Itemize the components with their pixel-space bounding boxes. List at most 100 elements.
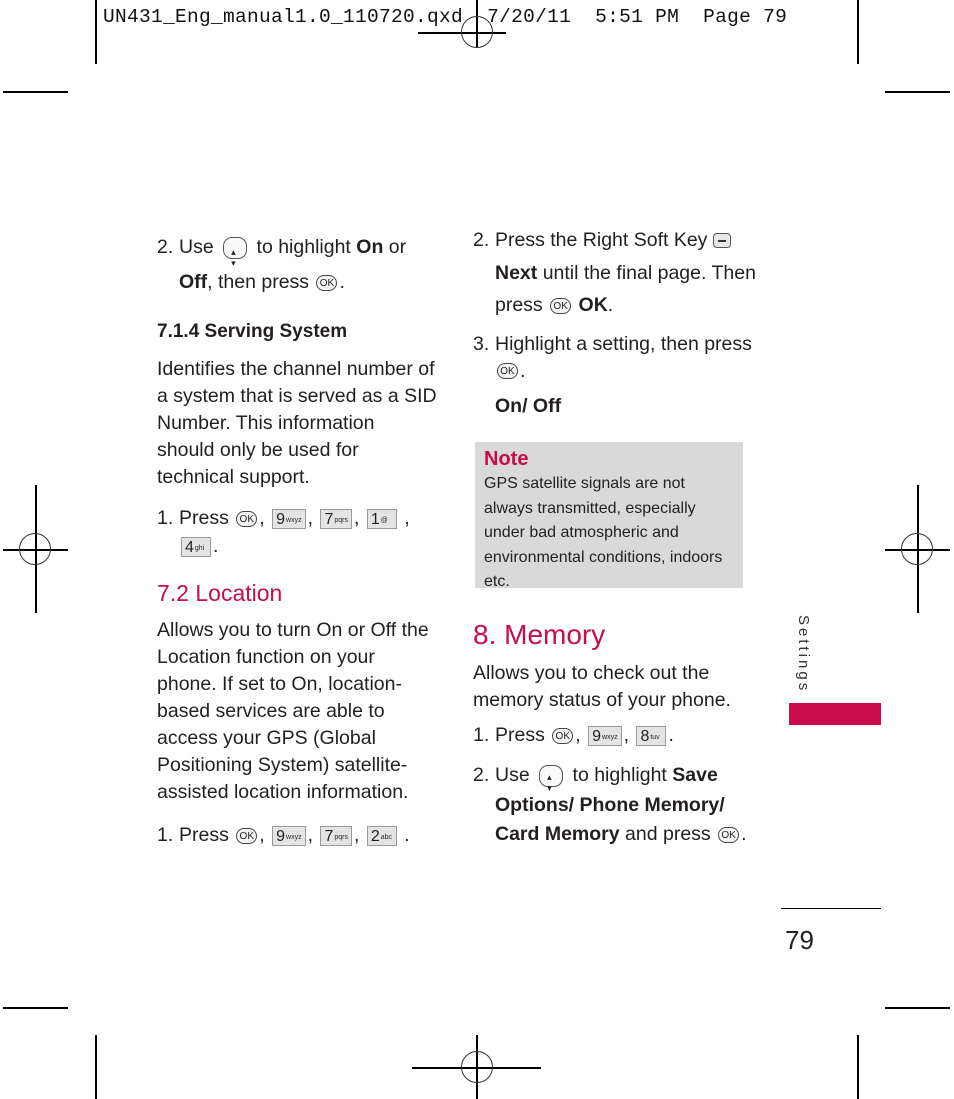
text: . bbox=[520, 359, 526, 382]
text: , then press bbox=[207, 271, 310, 293]
print-slug: UN431_Eng_manual1.0_110720.qxd 7/20/11 5… bbox=[103, 6, 787, 28]
crop-mark bbox=[95, 1035, 97, 1099]
softkey-label-next: Next bbox=[495, 261, 538, 284]
key-9-icon: 9wxyz bbox=[272, 508, 306, 529]
slug-time: 5:51 PM bbox=[595, 6, 680, 28]
slug-filename: UN431_Eng_manual1.0_110720.qxd bbox=[103, 6, 464, 28]
section-heading-serving-system: 7.1.4 Serving System bbox=[157, 321, 348, 342]
crop-mark bbox=[885, 91, 950, 93]
key-8-icon: 8tuv bbox=[636, 725, 667, 746]
step-number: 1. bbox=[157, 824, 174, 846]
key-digit: 9 bbox=[592, 727, 602, 745]
text: Use bbox=[495, 764, 530, 786]
nav-updown-key-icon bbox=[539, 763, 564, 803]
crop-mark bbox=[3, 91, 68, 93]
location-description: Allows you to turn On or Off the Locatio… bbox=[157, 619, 429, 803]
key-7-icon: 7pqrs bbox=[320, 825, 352, 846]
text: Use bbox=[179, 236, 214, 258]
side-tab-label: Settings bbox=[790, 615, 816, 695]
step-number: 3. bbox=[473, 332, 490, 355]
step-highlight-setting: 3. Highlight a setting, then press OK. bbox=[473, 331, 758, 385]
softkey-label-ok: OK bbox=[578, 294, 608, 316]
page-number-rule bbox=[781, 908, 881, 910]
serving-system-description: Identifies the channel number of a syste… bbox=[157, 358, 437, 488]
section-heading-memory: 8. Memory bbox=[473, 619, 606, 650]
key-digit: 2 bbox=[370, 827, 380, 845]
key-digit: 1 bbox=[370, 510, 380, 528]
key-4-icon: 4ghi bbox=[181, 536, 211, 557]
key-digit: 4 bbox=[185, 538, 194, 556]
memory-description: Allows you to check out the memory statu… bbox=[473, 662, 731, 711]
text: Press bbox=[179, 507, 229, 529]
key-9-icon: 9wxyz bbox=[588, 725, 622, 746]
note-body: GPS satellite signals are not always tra… bbox=[484, 475, 723, 590]
text: to highlight bbox=[572, 764, 667, 786]
key-digit: 7 bbox=[324, 510, 334, 528]
text: to highlight bbox=[256, 236, 351, 258]
right-column: 2. Press the Right Soft Key Next until t… bbox=[473, 224, 758, 420]
ok-key-icon: OK bbox=[236, 510, 258, 527]
memory-step-1: 1. Press OK, 9wxyz, 8tuv. bbox=[473, 722, 758, 749]
ok-key-icon: OK bbox=[552, 727, 574, 744]
nav-updown-key-icon bbox=[223, 235, 248, 281]
step-right-soft-key: 2. Press the Right Soft Key Next until t… bbox=[473, 224, 758, 322]
key-digit: 7 bbox=[324, 827, 334, 845]
key-7-icon: 7pqrs bbox=[320, 508, 352, 529]
setting-options: On/ Off bbox=[495, 394, 562, 417]
step-use-highlight: 2. Use to highlight On or Off, then pres… bbox=[157, 230, 442, 300]
memory-section: 8. Memory Allows you to check out the me… bbox=[473, 617, 758, 850]
step-number: 1. bbox=[157, 507, 174, 529]
text: Highlight a setting, then press bbox=[495, 332, 752, 355]
step-number: 1. bbox=[473, 724, 490, 746]
text: Press bbox=[495, 724, 545, 746]
left-column: 2. Use to highlight On or Off, then pres… bbox=[157, 230, 442, 849]
side-tab-text: Settings bbox=[795, 615, 812, 694]
key-letters: wxyz bbox=[286, 516, 302, 524]
key-digit: 9 bbox=[276, 510, 286, 528]
step-number: 2. bbox=[157, 236, 174, 258]
key-letters: abc bbox=[380, 833, 393, 841]
section-heading-location: 7.2 Location bbox=[157, 580, 283, 606]
ok-key-icon: OK bbox=[497, 363, 518, 380]
key-letters: ghi bbox=[194, 544, 205, 552]
key-letters: pqrs bbox=[334, 516, 348, 524]
side-tab-marker bbox=[789, 703, 881, 725]
serving-system-step-1: 1. Press OK, 9wxyz, 7pqrs, 1@ , 4ghi. bbox=[157, 504, 442, 560]
text: and press bbox=[625, 823, 711, 845]
slug-page: Page 79 bbox=[703, 6, 788, 28]
text: . bbox=[607, 294, 614, 316]
text: or bbox=[388, 236, 407, 258]
key-letters: wxyz bbox=[286, 833, 302, 841]
text: . bbox=[741, 823, 747, 845]
key-digit: 9 bbox=[276, 827, 286, 845]
key-2-icon: 2abc bbox=[366, 825, 397, 846]
ok-key-icon: OK bbox=[316, 274, 338, 291]
key-digit: 8 bbox=[640, 727, 650, 745]
location-step-1: 1. Press OK, 9wxyz, 7pqrs, 2abc . bbox=[157, 822, 442, 849]
key-1-voicemail-icon: 1@ bbox=[366, 508, 397, 529]
key-letters: tuv bbox=[650, 733, 660, 741]
note-box: Note GPS satellite signals are not alway… bbox=[475, 442, 743, 590]
slug-date: 7/20/11 bbox=[487, 6, 572, 28]
ok-key-icon: OK bbox=[550, 297, 572, 314]
right-soft-key-icon bbox=[713, 233, 732, 249]
key-letters: pqrs bbox=[334, 833, 348, 841]
option-on: On bbox=[356, 236, 384, 258]
crop-mark bbox=[3, 1007, 68, 1009]
note-title: Note bbox=[484, 448, 529, 470]
step-number: 2. bbox=[473, 229, 490, 251]
option-off: Off bbox=[179, 271, 208, 293]
key-letters: @ bbox=[380, 516, 388, 524]
step-number: 2. bbox=[473, 764, 490, 786]
ok-key-icon: OK bbox=[236, 827, 258, 844]
crop-mark bbox=[857, 0, 859, 64]
memory-step-2: 2. Use to highlight Save Options/ Phone … bbox=[473, 761, 758, 850]
key-letters: wxyz bbox=[602, 733, 618, 741]
ok-key-icon: OK bbox=[718, 826, 740, 843]
page-number: 79 bbox=[785, 925, 814, 955]
crop-mark bbox=[885, 1007, 950, 1009]
key-9-icon: 9wxyz bbox=[272, 825, 306, 846]
text: Press bbox=[179, 824, 229, 846]
text: Press the Right Soft Key bbox=[495, 229, 708, 251]
crop-mark bbox=[95, 0, 97, 64]
